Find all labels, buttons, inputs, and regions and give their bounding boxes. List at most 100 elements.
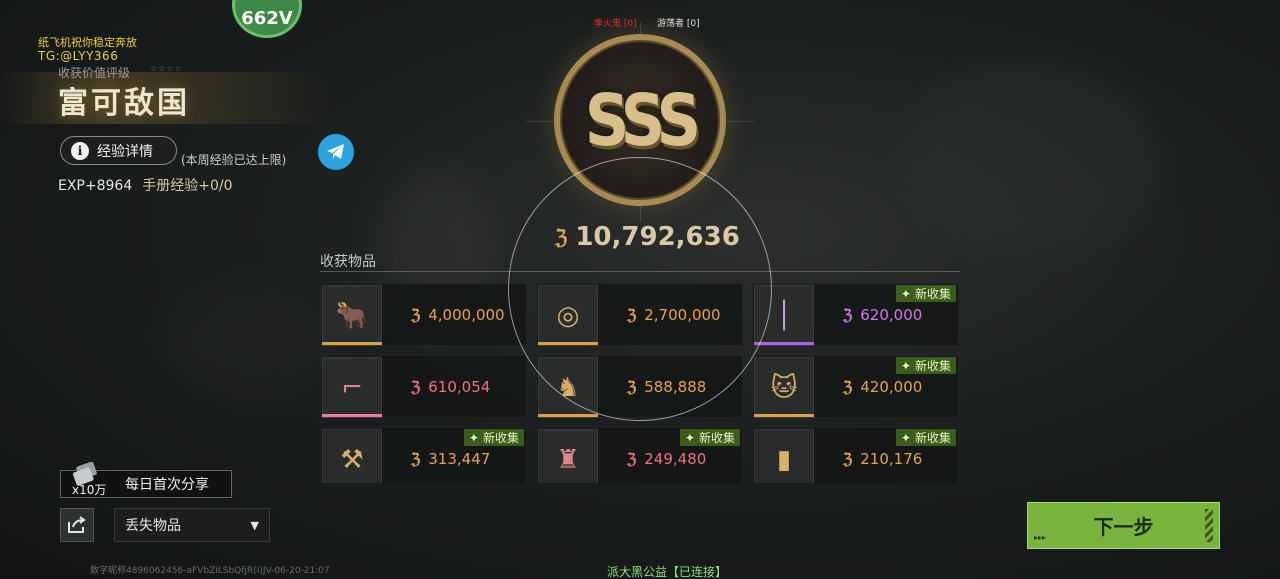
stripe-decoration bbox=[1205, 509, 1213, 542]
new-collect-badge: ✦ 新收集 bbox=[463, 429, 524, 446]
exp-summary: EXP+8964 手册经验+0/0 bbox=[58, 175, 233, 195]
daily-share-label: 每日首次分享 bbox=[125, 477, 209, 493]
sparkle-icon: ✦ bbox=[684, 430, 695, 445]
loot-grid: 🐂 ℨ 4,000,000 ◎ ℨ 2,700,000 │ ℨ 620,000 ✦ 新收集 ⌐ ℨ 610… bbox=[320, 283, 960, 483]
rarity-bar bbox=[538, 342, 598, 345]
new-collect-label: 新收集 bbox=[914, 359, 951, 373]
pearl-disc-icon: ◎ bbox=[538, 285, 598, 346]
rating-stars-icon: ☆☆☆☆ bbox=[150, 64, 183, 73]
loot-price-value: 420,000 bbox=[860, 378, 923, 396]
rarity-bar bbox=[538, 414, 598, 417]
loot-price-value: 620,000 bbox=[860, 306, 923, 324]
grade-text: SSS bbox=[584, 78, 701, 162]
hafu-coin-icon: ℨ bbox=[411, 450, 421, 468]
grade-emblem: SSS bbox=[554, 34, 726, 206]
week-cap-note: (本周经验已达上限) bbox=[181, 153, 287, 167]
loot-price-value: 610,054 bbox=[428, 378, 491, 396]
loot-price-value: 249,480 bbox=[644, 450, 707, 468]
telegram-icon[interactable] bbox=[318, 134, 354, 170]
hafu-coin-icon: ℨ bbox=[627, 306, 637, 324]
hafu-coin-icon: ℨ bbox=[843, 378, 853, 396]
loot-price: ℨ 210,176 bbox=[843, 450, 922, 468]
new-collect-label: 新收集 bbox=[914, 287, 951, 301]
exp-details-button[interactable]: i 经验详情 bbox=[60, 136, 177, 165]
rarity-bar bbox=[322, 414, 382, 417]
loot-price: ℨ 588,888 bbox=[627, 378, 706, 396]
loot-price-value: 2,700,000 bbox=[644, 306, 721, 324]
hafu-coin-icon: ℨ bbox=[627, 450, 637, 468]
new-collect-badge: ✦ 新收集 bbox=[895, 429, 956, 446]
new-collect-label: 新收集 bbox=[482, 431, 519, 445]
next-step-button[interactable]: 下一步 ▸▸▸ bbox=[1027, 502, 1220, 549]
level-badge: 662V bbox=[232, 0, 302, 38]
lost-items-dropdown[interactable]: 丢失物品 ▼ bbox=[114, 508, 270, 542]
exp-value: EXP+8964 bbox=[58, 178, 133, 194]
rarity-bar bbox=[754, 342, 814, 345]
connection-status: 派大黑公益【已连接】 bbox=[607, 565, 728, 579]
golden-figure-icon: ♞ bbox=[538, 357, 598, 418]
loot-price-value: 313,447 bbox=[428, 450, 491, 468]
sparkle-icon: ✦ bbox=[900, 358, 911, 373]
new-collect-label: 新收集 bbox=[914, 431, 951, 445]
manual-exp: 手册经验+0/0 bbox=[142, 178, 233, 194]
promo-telegram-handle: TG:@LYY366 bbox=[38, 49, 119, 63]
loot-item-bull-statue[interactable]: 🐂 ℨ 4,000,000 bbox=[320, 283, 527, 346]
loot-price: ℨ 610,054 bbox=[411, 378, 490, 396]
hafu-coin-icon: ℨ bbox=[411, 306, 421, 324]
loot-title: 收获物品 bbox=[320, 254, 376, 270]
loot-price: ℨ 2,700,000 bbox=[627, 306, 721, 324]
background-shape bbox=[900, 60, 1160, 260]
loot-item-rifle[interactable]: ⌐ ℨ 610,054 bbox=[320, 355, 527, 418]
loot-price: ℨ 420,000 bbox=[843, 378, 922, 396]
background-shape bbox=[160, 280, 340, 400]
sparkle-icon: ✦ bbox=[468, 430, 479, 445]
rifle-icon: ⌐ bbox=[322, 357, 382, 418]
hafu-coin-icon: ℨ bbox=[843, 450, 853, 468]
bull-statue-icon: 🐂 bbox=[322, 285, 382, 346]
promo-text: 纸飞机祝你稳定奔放 bbox=[38, 36, 137, 49]
sparkle-icon: ✦ bbox=[900, 430, 911, 445]
loot-item-long-weapon[interactable]: ⚒ ℨ 313,447 ✦ 新收集 bbox=[320, 427, 527, 483]
player-tag-a: 季火鬼 [0] bbox=[594, 19, 637, 29]
hafu-coin-icon: ℨ bbox=[627, 378, 637, 396]
new-collect-badge: ✦ 新收集 bbox=[895, 357, 956, 374]
total-value: ℨ 10,792,636 bbox=[555, 222, 740, 252]
hafu-coin-icon: ℨ bbox=[411, 378, 421, 396]
caret-down-icon: ▼ bbox=[250, 518, 259, 532]
loot-item-armor-suit[interactable]: ♜ ℨ 249,480 ✦ 新收集 bbox=[536, 427, 743, 483]
loot-item-pearl-disc[interactable]: ◎ ℨ 2,700,000 bbox=[536, 283, 743, 346]
loot-item-lucky-cat[interactable]: 🐱 ℨ 420,000 ✦ 新收集 bbox=[752, 355, 959, 418]
info-icon: i bbox=[71, 141, 89, 160]
sparkle-icon: ✦ bbox=[900, 286, 911, 301]
share-button[interactable] bbox=[60, 508, 94, 542]
long-weapon-icon: ⚒ bbox=[322, 429, 382, 483]
new-collect-label: 新收集 bbox=[698, 431, 735, 445]
next-step-label: 下一步 bbox=[1093, 515, 1154, 539]
lucky-cat-icon: 🐱 bbox=[754, 357, 814, 418]
new-collect-badge: ✦ 新收集 bbox=[895, 285, 956, 302]
exp-details-label: 经验详情 bbox=[97, 143, 153, 160]
dots-icon: ▸▸▸ bbox=[1034, 533, 1047, 542]
rarity-bar bbox=[322, 342, 382, 345]
hafu-coin-icon: ℨ bbox=[843, 306, 853, 324]
loot-price-value: 4,000,000 bbox=[428, 306, 505, 324]
loot-item-thin-rod[interactable]: │ ℨ 620,000 ✦ 新收集 bbox=[752, 283, 959, 346]
rating-title: 富可敌国 bbox=[58, 86, 190, 121]
loot-price-value: 588,888 bbox=[644, 378, 707, 396]
loot-price: ℨ 249,480 bbox=[627, 450, 706, 468]
bottle-icon: ▮ bbox=[754, 429, 814, 483]
share-icon bbox=[68, 516, 86, 533]
thin-rod-icon: │ bbox=[754, 285, 814, 346]
total-value-amount: 10,792,636 bbox=[575, 222, 740, 252]
lost-items-label: 丢失物品 bbox=[125, 518, 181, 534]
rarity-bar bbox=[754, 414, 814, 417]
loot-price: ℨ 313,447 bbox=[411, 450, 490, 468]
loot-price: ℨ 4,000,000 bbox=[411, 306, 505, 324]
hafu-coin-icon: ℨ bbox=[555, 225, 568, 249]
divider bbox=[320, 271, 960, 272]
loot-item-bottle[interactable]: ▮ ℨ 210,176 ✦ 新收集 bbox=[752, 427, 959, 483]
loot-item-golden-figure[interactable]: ♞ ℨ 588,888 bbox=[536, 355, 743, 418]
loot-price-value: 210,176 bbox=[860, 450, 923, 468]
new-collect-badge: ✦ 新收集 bbox=[679, 429, 740, 446]
player-tag-b: 游荡者 [0] bbox=[657, 19, 700, 29]
